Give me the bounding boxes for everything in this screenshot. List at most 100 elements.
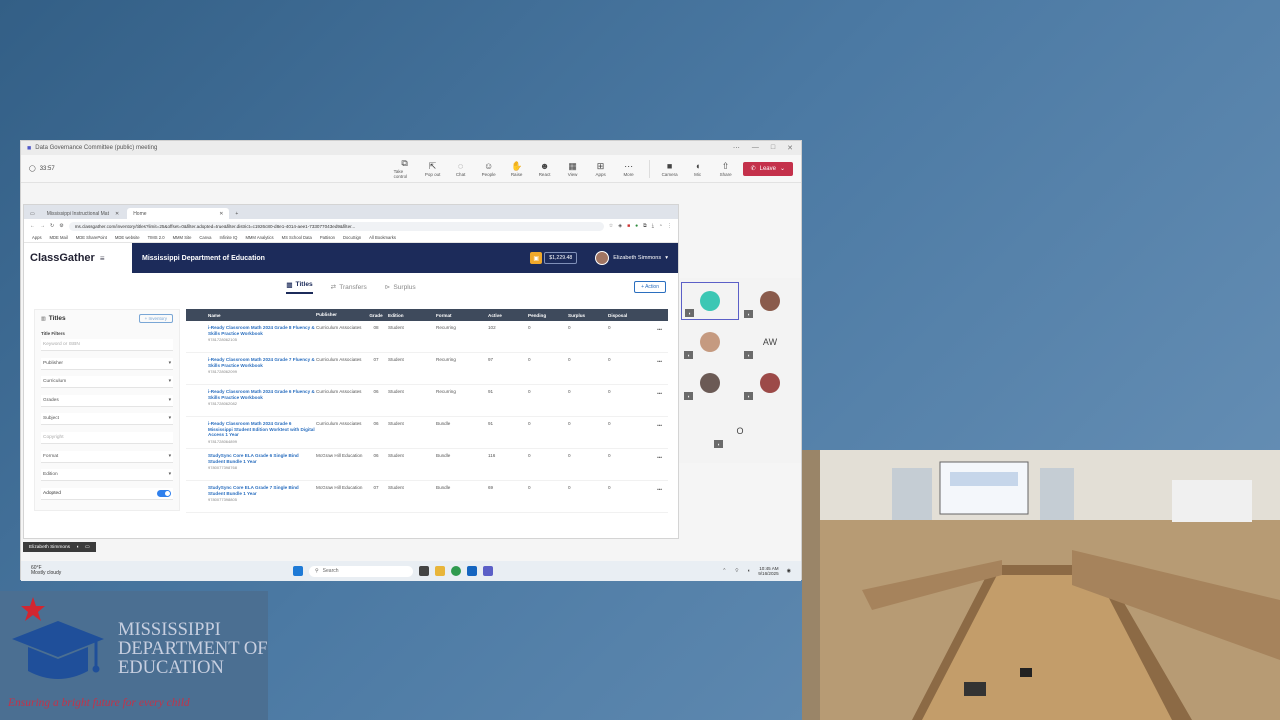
bookmark-item[interactable]: MS School Data [282,235,312,240]
balance-widget[interactable]: ▣ $1,229.48 [530,252,578,264]
pop-out-button[interactable]: ⇱ Pop out [422,161,444,177]
teams-icon[interactable] [483,566,493,576]
classgather-logo[interactable]: ClassGather ✹ ≡ [24,243,132,273]
task-view-icon[interactable] [419,566,429,576]
column-header[interactable]: Publisher [316,312,364,318]
bookmark-item[interactable]: MDE SharePoint [76,235,107,240]
bookmark-item[interactable]: All Bookmarks [369,235,396,240]
taskbar-search[interactable]: ⚲ Search [309,565,413,577]
participant-tile[interactable]: AW ◖ [741,323,799,361]
bookmark-item[interactable]: Pattison [320,235,335,240]
back-icon[interactable]: ← [30,223,35,229]
tray-chevron-icon[interactable]: ⌃ [722,568,726,574]
bookmark-item[interactable]: MMM Analytics [245,235,273,240]
row-more-icon[interactable]: ••• [642,325,668,332]
title-link[interactable]: i-Ready Classroom Math 2024 Grade 8 Flue… [208,325,316,336]
adopted-toggle[interactable] [157,489,171,497]
hamburger-icon[interactable]: ≡ [100,254,105,263]
title-link[interactable]: i-Ready Classroom Math 2024 Grade 7 Flue… [208,357,316,368]
title-link[interactable]: StudySync Core ELA Grade 6 Single Bind S… [208,453,316,464]
outlook-icon[interactable] [467,566,477,576]
column-header[interactable]: Format [436,313,482,318]
browser-tab[interactable]: Mississippi Instructional Mat ✕ [41,208,125,219]
profile-icon[interactable]: ◔ [659,223,662,229]
windows-start-icon[interactable] [293,566,303,576]
overflow-icon[interactable]: ⋯ [733,144,740,152]
share-button[interactable]: ⇧ Share [715,161,737,177]
filter-field[interactable]: Keyword or ISBN [41,339,173,351]
forward-icon[interactable]: → [40,223,45,229]
tab-transfers[interactable]: ⇄ Transfers [331,283,367,292]
chat-button[interactable]: ◌ Chat [450,161,472,177]
site-info-icon[interactable]: ⚙ [59,223,63,229]
column-header[interactable]: Name [186,313,316,318]
title-link[interactable]: i-Ready Classroom Math 2024 Grade 6 Miss… [208,421,316,438]
row-more-icon[interactable]: ••• [642,421,668,428]
bookmark-item[interactable]: Apps [32,235,42,240]
tab-surplus[interactable]: ⊳ Surplus [385,283,416,292]
row-more-icon[interactable]: ••• [642,453,668,460]
expand-icon[interactable]: ▭ [85,545,90,550]
bookmark-item[interactable]: MMM Site [173,235,192,240]
take-control-button[interactable]: ⧉ Take control [394,158,416,179]
react-button[interactable]: ☻ React [534,161,556,177]
user-menu[interactable]: Elizabeth Simmons ▾ [595,251,668,265]
bookmark-item[interactable]: TIMS 2.0 [148,235,165,240]
view-button[interactable]: ▦ View [562,161,584,177]
url-field[interactable]: ms.classgather.com/inventory/titles?limi… [68,221,604,231]
extensions-puzzle-icon[interactable]: ⧉ [643,223,647,229]
bookmark-item[interactable]: MDE website [115,235,140,240]
bookmark-item[interactable]: Infinite IQ [220,235,238,240]
volume-icon[interactable]: ◖ [747,568,750,574]
filter-field[interactable]: Subject ▾ [41,413,173,426]
participant-tile[interactable]: ◖ [741,282,799,320]
column-header[interactable]: Edition [388,313,436,318]
filter-field[interactable]: Copyright [41,431,173,444]
bookmark-item[interactable]: MDE Mail [50,235,68,240]
raise-hand-button[interactable]: ✋ Raise [506,161,528,177]
add-inventory-button[interactable]: + Inventory [138,314,173,323]
more-button[interactable]: ⋯ More [618,161,640,177]
action-button[interactable]: + Action [634,281,666,293]
close-icon[interactable]: ✕ [787,144,793,152]
camera-button[interactable]: ■ Camera [659,161,681,177]
chevron-down-icon[interactable]: ⌄ [780,165,785,172]
participant-tile[interactable]: ◖ [741,364,799,402]
participant-tile[interactable]: O ◖ [711,412,769,450]
extension-icon[interactable]: ● [635,223,638,229]
clock[interactable]: 10:45 AM 9/16/2025 [758,566,778,577]
row-more-icon[interactable]: ••• [642,389,668,396]
title-link[interactable]: StudySync Core ELA Grade 7 Single Bind S… [208,485,316,496]
extension-icon[interactable]: ■ [627,223,630,229]
new-tab-icon[interactable]: + [231,211,242,219]
apps-button[interactable]: ⊞ Apps [590,161,612,177]
tab-overview-icon[interactable]: ▭ [30,211,39,219]
people-button[interactable]: ☺ People [478,161,500,177]
maximize-icon[interactable]: □ [771,144,775,152]
filter-field[interactable]: Edition ▾ [41,469,173,482]
filter-field[interactable]: Format ▾ [41,450,173,463]
notification-icon[interactable]: ◉ [787,568,791,574]
file-explorer-icon[interactable] [435,566,445,576]
mic-button[interactable]: ◖ Mic [687,161,709,177]
filter-field[interactable]: Publisher ▾ [41,357,173,370]
weather-widget[interactable]: 60°F Mostly cloudy [31,565,61,577]
filter-field[interactable]: Curriculum ▾ [41,376,173,389]
extension-icon[interactable]: ◈ [618,223,622,229]
network-icon[interactable]: ⌔ [734,568,739,574]
download-icon[interactable]: ⤓ [652,223,654,229]
tab-titles[interactable]: ▥ Titles [286,281,313,294]
column-header[interactable]: Surplus [562,313,602,318]
minimize-icon[interactable]: — [752,144,759,152]
bookmark-star-icon[interactable]: ☆ [609,223,613,229]
title-link[interactable]: i-Ready Classroom Math 2024 Grade 6 Flue… [208,389,316,400]
menu-kebab-icon[interactable]: ⋮ [667,223,672,229]
column-header[interactable]: Disposal [602,313,642,318]
participant-tile[interactable]: ◖ [681,323,739,361]
participant-tile[interactable]: ◖ [681,364,739,402]
row-more-icon[interactable]: ••• [642,485,668,492]
bookmark-item[interactable]: Canva [199,235,211,240]
browser-tab-active[interactable]: Home ✕ [127,208,230,219]
bookmark-item[interactable]: DocuSign [343,235,361,240]
tab-close-icon[interactable]: ✕ [219,211,223,217]
